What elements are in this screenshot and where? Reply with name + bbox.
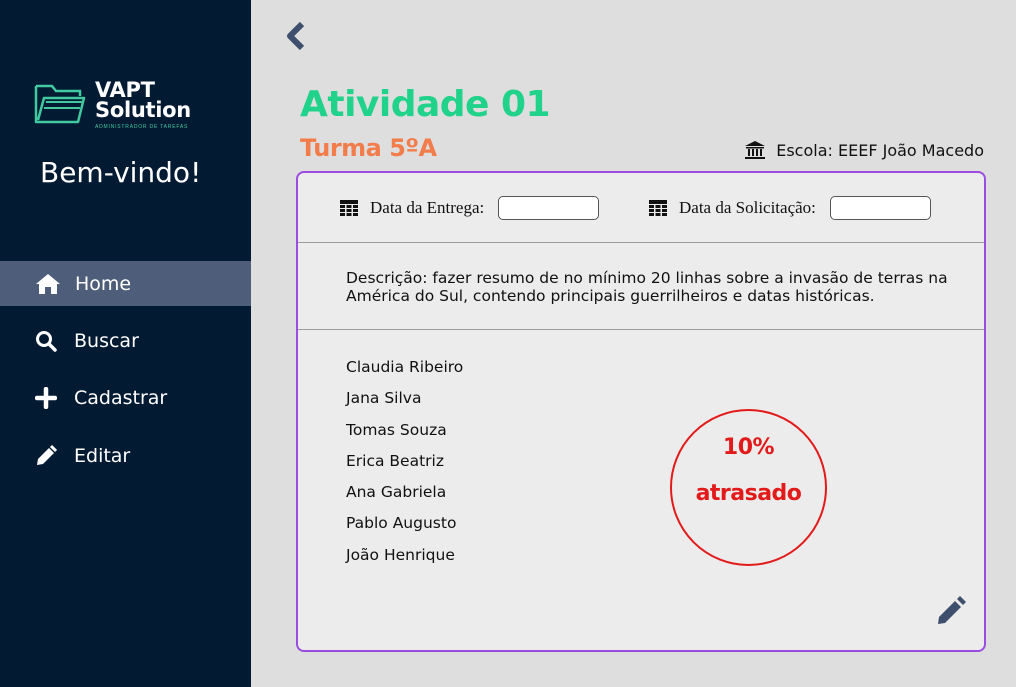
list-item: João Henrique [346,545,455,564]
activity-description: Descrição: fazer resumo de no mínimo 20 … [346,269,948,305]
logo-wordmark: VAPT Solution [95,78,191,122]
request-date-input[interactable] [829,196,931,220]
list-item: Erica Beatriz [346,451,444,470]
request-date-label: Data da Solicitação: [679,198,816,217]
back-button[interactable] [282,20,308,52]
sidebar-item-editar[interactable]: Editar [0,427,251,485]
pencil-icon [938,596,966,624]
logo-tagline: ADMINISTRADOR DE TAREFAS [95,124,189,130]
app-logo: VAPT Solution ADMINISTRADOR DE TAREFAS [34,80,204,132]
search-icon [34,330,58,352]
school-info: Escola: EEEF João Macedo [744,140,984,160]
page-title: Atividade 01 [300,84,551,125]
sidebar-nav: Home Buscar Cadastrar Editar [0,261,251,485]
sidebar-item-label: Buscar [74,329,139,352]
status-label: atrasado [695,481,802,506]
sidebar-item-label: Home [75,272,132,295]
plus-icon [34,387,58,410]
sidebar-item-buscar[interactable]: Buscar [0,312,251,370]
home-icon [34,273,62,295]
delivery-date-input[interactable] [498,196,600,220]
list-item: Claudia Ribeiro [346,358,464,376]
school-name: Escola: EEEF João Macedo [776,140,984,160]
logo-line1: VAPT [95,78,155,102]
sidebar-item-label: Editar [74,444,131,467]
calendar-icon [649,199,667,216]
list-item: Ana Gabriela [346,483,447,502]
delivery-date-label: Data da Entrega: [370,198,485,217]
description-row: Descrição: fazer resumo de no mínimo 20 … [298,243,984,330]
list-item: Jana Silva [346,389,422,408]
pencil-icon [34,444,58,467]
dates-row: Data da Entrega: Data da Solicitação: [298,173,984,243]
list-item: Pablo Augusto [346,514,457,533]
folder-icon [34,84,86,124]
institution-icon [745,141,766,159]
calendar-icon [340,199,358,216]
chevron-left-icon [287,21,305,51]
status-percent: 10% [722,435,775,460]
activity-card: Data da Entrega: Data da Solicitação: De… [296,171,986,652]
list-item: Tomas Souza [346,420,447,439]
sidebar-item-label: Cadastrar [74,387,168,410]
delivery-date-group: Data da Entrega: [340,196,600,220]
student-list: Claudia Ribeiro Jana Silva Tomas Souza E… [346,357,463,576]
request-date-group: Data da Solicitação: [649,196,931,220]
welcome-text: Bem-vindo! [40,156,202,189]
sidebar: VAPT Solution ADMINISTRADOR DE TAREFAS B… [0,0,251,687]
class-subtitle: Turma 5ºA [300,134,437,162]
status-badge: 10% atrasado [670,409,827,566]
edit-activity-button[interactable] [934,594,968,628]
sidebar-item-cadastrar[interactable]: Cadastrar [0,370,251,428]
logo-line2: Solution [95,98,191,122]
sidebar-item-home[interactable]: Home [0,261,251,306]
